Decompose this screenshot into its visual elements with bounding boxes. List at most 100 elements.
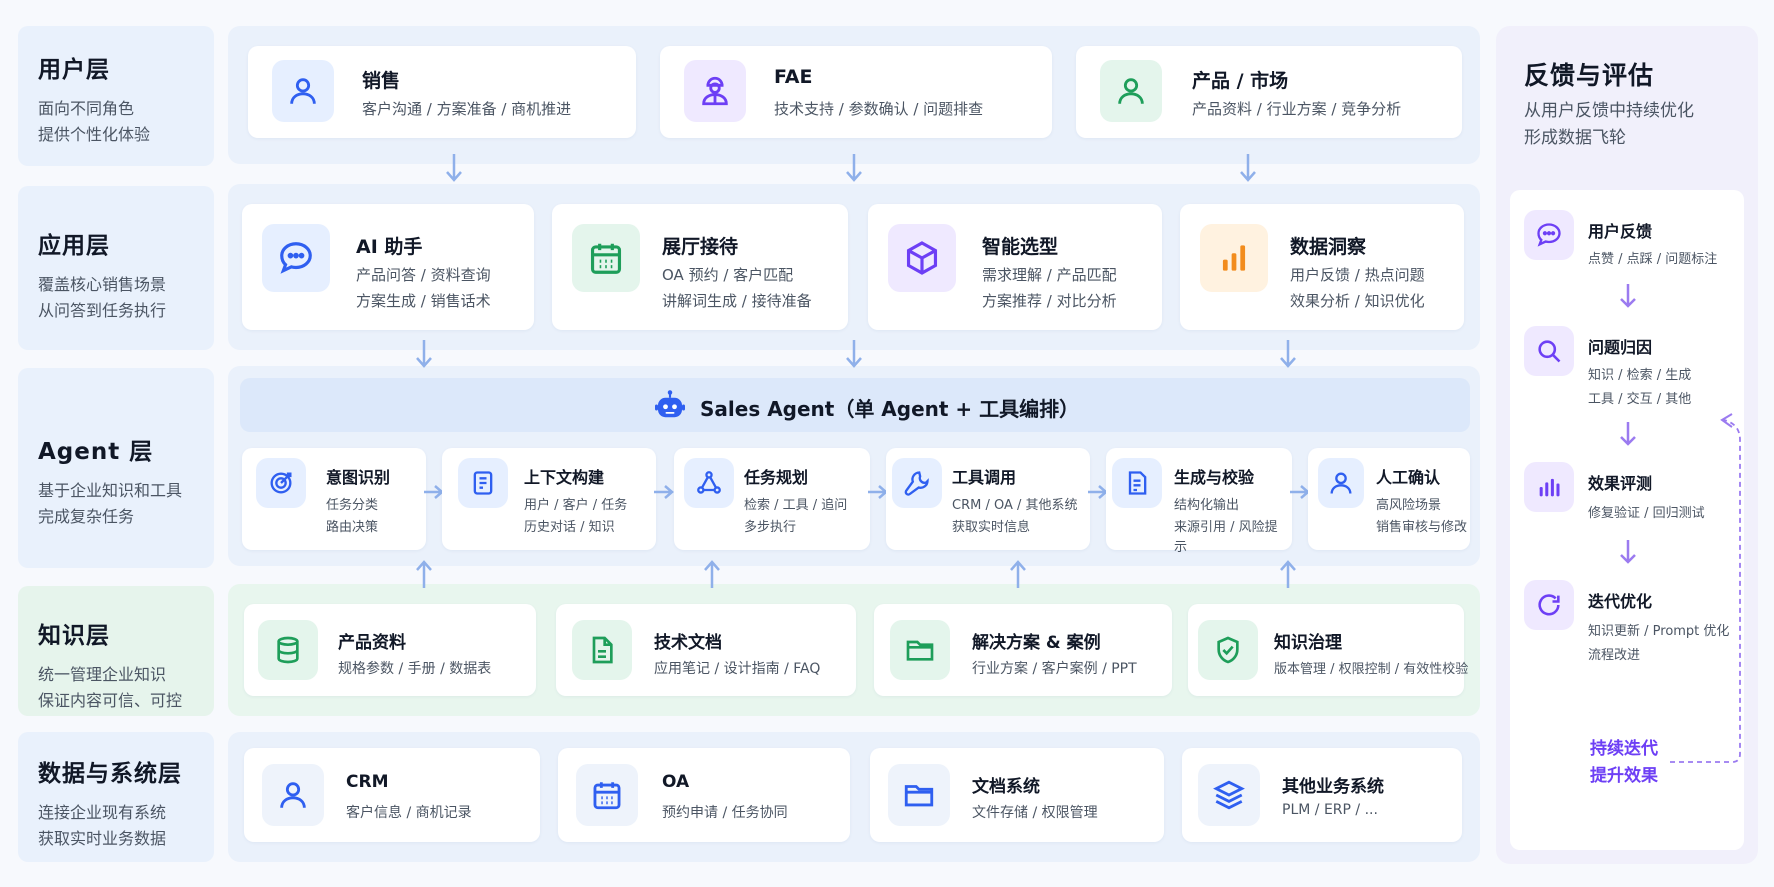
arrow-up-icon (416, 560, 432, 588)
app-card-title: 数据洞察 (1290, 236, 1367, 258)
layer-title: 知识层 (38, 623, 110, 649)
system-card-title: CRM (346, 772, 389, 792)
agent-step-desc: 多步执行 (744, 520, 797, 535)
user-card-title: FAE (774, 66, 813, 88)
layer-desc: 提供个性化体验 (38, 125, 151, 144)
feedback-loop-line: 提升效果 (1590, 766, 1658, 786)
app-card-desc: 讲解词生成 / 接待准备 (662, 292, 812, 310)
layer-title: 用户层 (38, 57, 110, 83)
user-card-desc: 客户沟通 / 方案准备 / 商机推进 (362, 100, 572, 118)
file-icon (572, 620, 632, 680)
agent-step-desc: 示 (1174, 540, 1188, 555)
app-card-title: AI 助手 (356, 236, 423, 258)
feedback-desc-line: 从用户反馈中持续优化 (1524, 101, 1694, 121)
layer-title: 应用层 (38, 233, 110, 259)
layer-desc: 从问答到任务执行 (38, 301, 167, 320)
user-card-title: 销售 (362, 70, 401, 92)
agent-step-desc: 销售审核与修改 (1376, 520, 1468, 535)
bar-chart-icon (1524, 462, 1574, 512)
app-card-title: 智能选型 (982, 236, 1059, 258)
layers-icon (1198, 764, 1260, 826)
arrow-down-icon (846, 340, 862, 368)
user-icon (1100, 60, 1162, 122)
feedback-step-desc: 点赞 / 点踩 / 问题标注 (1588, 252, 1718, 267)
user-icon (1318, 458, 1364, 508)
layer-desc: 统一管理企业知识 (38, 665, 167, 684)
layer-desc: 保证内容可信、可控 (38, 691, 183, 710)
agent-step-desc: 获取实时信息 (952, 520, 1031, 535)
knowledge-card-title: 知识治理 (1274, 633, 1342, 653)
knowledge-card-desc: 规格参数 / 手册 / 数据表 (338, 661, 492, 677)
agent-step-title: 任务规划 (744, 468, 809, 487)
agent-step-desc: 结构化输出 (1174, 498, 1240, 513)
layer-label-data: 数据与系统层 连接企业现有系统 获取实时业务数据 (18, 732, 214, 862)
feedback-step-title: 迭代优化 (1588, 592, 1653, 611)
app-card-desc: OA 预约 / 客户匹配 (662, 266, 794, 284)
feedback-loop-text: 持续迭代 提升效果 (1590, 736, 1658, 790)
layer-title: 数据与系统层 (38, 761, 182, 787)
layer-desc: 完成复杂任务 (38, 507, 135, 526)
agent-step-desc: 历史对话 / 知识 (524, 520, 615, 535)
system-card-desc: PLM / ERP / ... (1282, 802, 1378, 818)
checklist-icon (1112, 458, 1162, 508)
feedback-desc: 从用户反馈中持续优化 形成数据飞轮 (1524, 98, 1694, 152)
arrow-down-icon (416, 340, 432, 368)
knowledge-card-desc: 行业方案 / 客户案例 / PPT (972, 661, 1137, 677)
knowledge-card-desc: 版本管理 / 权限控制 / 有效性校验 (1274, 662, 1469, 677)
user-icon (272, 60, 334, 122)
agent-step-desc: CRM / OA / 其他系统 (952, 498, 1078, 513)
user-card-desc: 产品资料 / 行业方案 / 竞争分析 (1192, 100, 1402, 118)
target-icon (256, 458, 306, 508)
system-card-title: 文档系统 (972, 777, 1040, 797)
app-card-desc: 需求理解 / 产品匹配 (982, 266, 1117, 284)
agent-step-title: 人工确认 (1376, 468, 1441, 487)
agent-step-desc: 检索 / 工具 / 追问 (744, 498, 848, 513)
knowledge-card-title: 产品资料 (338, 633, 406, 653)
system-card-desc: 客户信息 / 商机记录 (346, 805, 472, 821)
layer-desc: 基于企业知识和工具 (38, 481, 183, 500)
knowledge-card-title: 技术文档 (654, 633, 722, 653)
agent-step-desc: 用户 / 客户 / 任务 (524, 498, 628, 513)
agent-title: Sales Agent（单 Agent + 工具编排） (700, 397, 1080, 421)
feedback-step-title: 用户反馈 (1588, 222, 1653, 241)
system-card-desc: 预约申请 / 任务协同 (662, 805, 788, 821)
layer-label-agent: Agent 层 基于企业知识和工具 完成复杂任务 (18, 368, 214, 568)
feedback-step-desc: 工具 / 交互 / 其他 (1588, 392, 1692, 407)
agent-step-desc: 路由决策 (326, 520, 379, 535)
folder-icon (888, 764, 950, 826)
chat-icon (262, 224, 330, 292)
search-icon (1524, 326, 1574, 376)
user-card-title: 产品 / 市场 (1192, 70, 1289, 92)
agent-step-desc: 来源引用 / 风险提 (1174, 520, 1278, 535)
feedback-title: 反馈与评估 (1524, 61, 1655, 90)
arrow-up-icon (1010, 560, 1026, 588)
layer-desc: 覆盖核心销售场景 (38, 275, 167, 294)
agent-step-desc: 任务分类 (326, 498, 379, 513)
layer-label-app: 应用层 覆盖核心销售场景 从问答到任务执行 (18, 186, 214, 350)
app-card-desc: 方案推荐 / 对比分析 (982, 292, 1117, 310)
system-card-desc: 文件存储 / 权限管理 (972, 805, 1098, 821)
agent-step-title: 生成与校验 (1174, 468, 1255, 487)
arrow-down-icon (1620, 540, 1636, 564)
agent-step-title: 意图识别 (326, 468, 391, 487)
app-card-desc: 方案生成 / 销售话术 (356, 292, 491, 310)
agent-step-desc: 高风险场景 (1376, 498, 1442, 513)
arrow-up-icon (704, 560, 720, 588)
robot-icon (655, 390, 685, 418)
agent-step-title: 工具调用 (952, 468, 1017, 487)
layer-desc: 获取实时业务数据 (38, 829, 167, 848)
system-card-title: OA (662, 772, 690, 792)
layer-label-user: 用户层 面向不同角色 提供个性化体验 (18, 26, 214, 166)
app-card-desc: 效果分析 / 知识优化 (1290, 292, 1425, 310)
shield-check-icon (1198, 620, 1258, 680)
feedback-loop-line: 持续迭代 (1590, 739, 1658, 759)
loop-arrow-icon (1670, 413, 1741, 763)
user-card-desc: 技术支持 / 参数确认 / 问题排查 (774, 100, 984, 118)
engineer-icon (684, 60, 746, 122)
calendar-icon (572, 224, 640, 292)
app-card-desc: 产品问答 / 资料查询 (356, 266, 491, 284)
arrow-down-icon (1620, 284, 1636, 308)
feedback-step-title: 问题归因 (1588, 338, 1653, 357)
user-icon (262, 764, 324, 826)
arrow-down-icon (446, 154, 462, 182)
